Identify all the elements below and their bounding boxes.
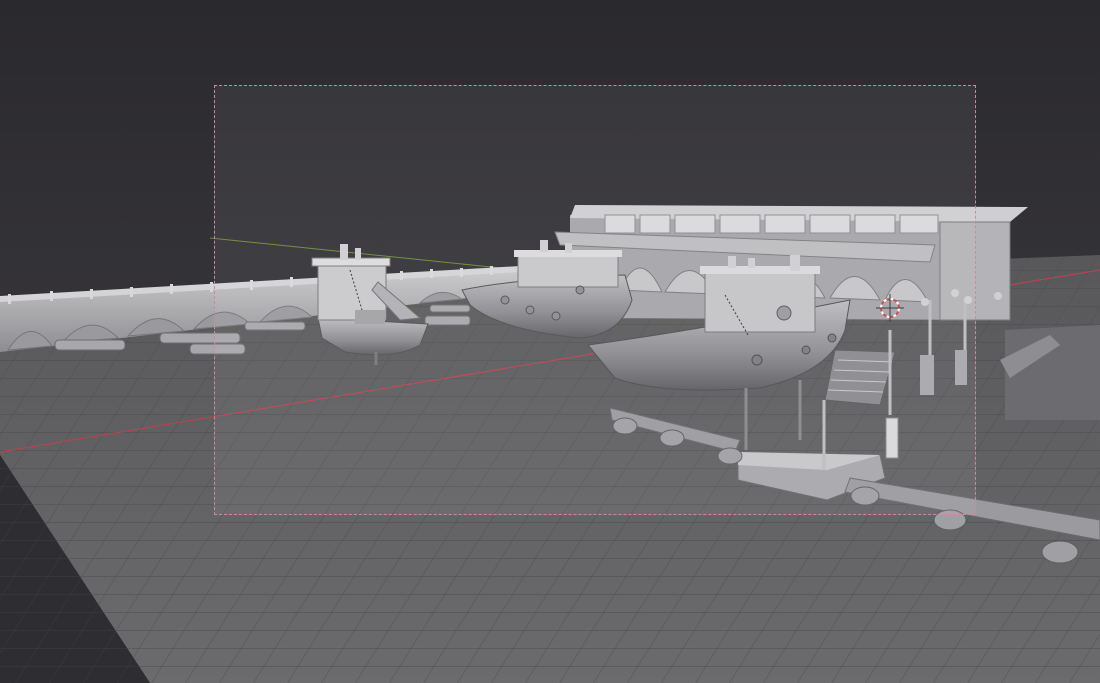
- camera-frame: [214, 85, 976, 515]
- 3d-viewport[interactable]: solid: [0, 0, 1100, 683]
